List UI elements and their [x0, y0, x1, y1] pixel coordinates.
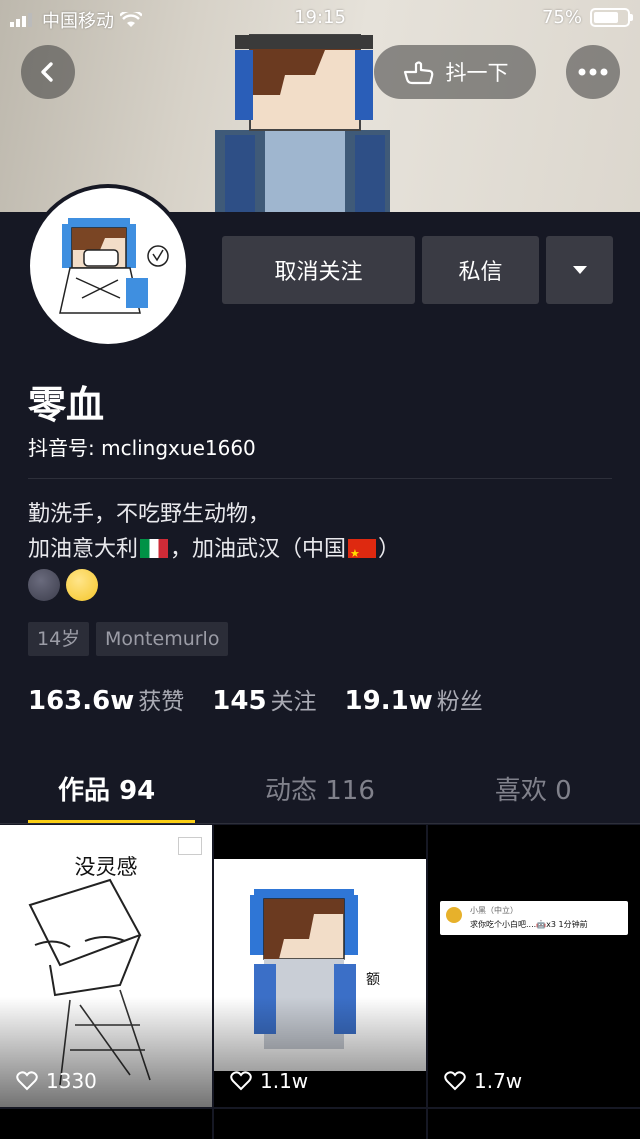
stats-row: 163.6w 获赞 145 关注 19.1w 粉丝 — [28, 682, 483, 716]
content-tabs: 作品 94 动态 116 喜欢 0 — [0, 764, 640, 824]
caret-down-icon — [572, 266, 587, 274]
likes-count: 1330 — [46, 1069, 97, 1093]
bio-text-c: ） — [378, 537, 401, 562]
avatar — [446, 907, 462, 923]
likes-count: 1.7w — [474, 1069, 523, 1093]
comment-user: 小黑（中立） — [470, 906, 518, 915]
battery-level-fill — [594, 12, 618, 23]
message-button[interactable]: 私信 — [422, 236, 539, 304]
shake-button[interactable]: 抖一下 — [374, 45, 536, 99]
comment-screenshot: 小黑（中立） 求你吃个小白吧....🤖x3 1分钟前 — [440, 901, 628, 935]
bio-line-1: 勤洗手，不吃野生动物， — [28, 502, 271, 527]
video-thumbnail[interactable]: 没灵感 1330 — [0, 825, 212, 1107]
avatar-drawing — [59, 218, 169, 314]
video-thumbnail[interactable]: 小黑（中立） 求你吃个小白吧....🤖x3 1分钟前 1.7w — [428, 825, 640, 1107]
heart-icon — [444, 1071, 466, 1091]
video-likes: 1330 — [16, 1069, 97, 1093]
full-moon-face-icon — [66, 569, 98, 601]
more-options-button[interactable] — [566, 45, 620, 99]
bio-text-b: ，加油武汉（中国 — [170, 537, 347, 562]
battery-icon — [590, 8, 633, 27]
divider — [28, 478, 612, 479]
more-dots-icon — [578, 68, 608, 76]
avatar[interactable] — [26, 184, 190, 348]
stat-label: 获赞 — [138, 689, 185, 715]
comment-text: 求你吃个小白吧....🤖x3 1分钟前 — [470, 920, 588, 929]
stat-value: 19.1w — [344, 686, 433, 716]
video-likes: 1.7w — [444, 1069, 522, 1093]
battery-percent: 75% — [541, 7, 582, 28]
hand-point-icon — [403, 61, 433, 85]
video-grid: 没灵感 1330 额 1.1w 小黑（中立） 求你吃个小白吧....🤖x3 1分… — [0, 825, 640, 1139]
heart-icon — [16, 1071, 38, 1091]
douyin-id: 抖音号: mclingxue1660 — [28, 436, 256, 460]
china-flag-icon — [348, 536, 377, 571]
video-thumbnail[interactable] — [0, 1109, 212, 1139]
stat-label: 关注 — [270, 689, 317, 715]
tab-works[interactable]: 作品 94 — [0, 764, 213, 824]
profile-name: 零血 — [28, 383, 105, 427]
stat-following[interactable]: 145 关注 — [212, 682, 316, 716]
dropdown-button[interactable] — [546, 236, 613, 304]
video-thumbnail[interactable]: 额 1.1w — [214, 825, 426, 1107]
location-tag: Montemurlo — [96, 622, 229, 656]
italy-flag-icon — [140, 539, 169, 558]
video-thumbnail[interactable] — [428, 1109, 640, 1139]
drawing-caption: 额 — [366, 972, 380, 988]
stat-followers[interactable]: 19.1w 粉丝 — [345, 682, 483, 716]
unfollow-button[interactable]: 取消关注 — [222, 236, 415, 304]
video-thumbnail[interactable] — [214, 1109, 426, 1139]
tab-likes[interactable]: 喜欢 0 — [427, 764, 640, 824]
video-likes: 1.1w — [230, 1069, 308, 1093]
stat-value: 163.6w — [28, 686, 135, 716]
likes-count: 1.1w — [260, 1069, 309, 1093]
bio-text-a: 加油意大利 — [28, 537, 139, 562]
tab-activity[interactable]: 动态 116 — [213, 764, 426, 824]
chevron-left-icon — [41, 62, 53, 82]
stat-value: 145 — [212, 686, 267, 716]
stat-likes[interactable]: 163.6w 获赞 — [28, 682, 184, 716]
stat-label: 粉丝 — [436, 689, 483, 715]
tab-divider — [0, 823, 640, 824]
shake-label: 抖一下 — [445, 61, 509, 85]
new-moon-face-icon — [28, 569, 60, 601]
back-button[interactable] — [21, 45, 75, 99]
age-tag: 14岁 — [28, 622, 90, 656]
bio-line-2: 加油意大利 ，加油武汉（中国 ） — [28, 532, 401, 571]
cover-artwork — [215, 34, 390, 212]
bio: 勤洗手，不吃野生动物， 加油意大利 ，加油武汉（中国 ） — [28, 497, 401, 571]
heart-icon — [230, 1071, 252, 1091]
status-bar: 中国移动 19:15 75% — [0, 0, 640, 36]
